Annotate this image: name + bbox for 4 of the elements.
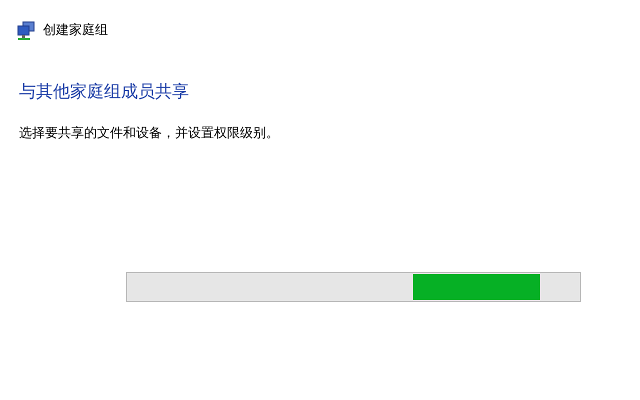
window-title: 创建家庭组 [43, 22, 108, 40]
description-text: 选择要共享的文件和设备，并设置权限级别。 [19, 125, 279, 143]
page-heading: 与其他家庭组成员共享 [19, 81, 189, 104]
network-icon [17, 20, 35, 40]
